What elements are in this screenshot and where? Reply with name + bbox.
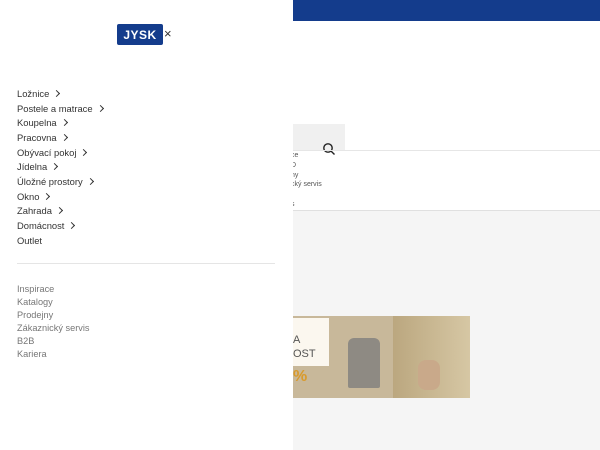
banner-vase-image (418, 360, 440, 390)
menu-item-ulozne-prostory[interactable]: Úložné prostory (17, 174, 103, 189)
menu-item-jidelna[interactable]: Jídelna (17, 159, 103, 174)
chevron-right-icon (96, 104, 104, 112)
header-bar (293, 0, 600, 21)
promo-banner[interactable]: A OST % (293, 316, 470, 398)
menu-item-domacnost[interactable]: Domácnost (17, 218, 103, 233)
header-divider (293, 150, 600, 151)
chevron-right-icon (68, 221, 76, 230)
chevron-right-icon (60, 119, 68, 127)
chevron-right-icon (60, 133, 68, 141)
menu-item-label: Koupelna (17, 117, 57, 129)
menu-item-label: Pracovna (17, 131, 57, 143)
chevron-right-icon (43, 192, 51, 200)
search-icon[interactable] (322, 142, 336, 156)
menu-item-okno[interactable]: Okno (17, 189, 103, 204)
menu-divider (17, 263, 275, 264)
banner-text-line2: OST (293, 348, 316, 360)
menu-item-label: Jídelna (17, 161, 48, 173)
main-menu: Ložnice Postele a matrace Koupelna Praco… (17, 86, 104, 248)
jysk-logo[interactable]: JYSK (117, 24, 163, 45)
menu-item-label: Outlet (17, 234, 43, 246)
menu-item-label: Úložné prostory (17, 175, 83, 187)
chevron-right-icon (55, 207, 63, 215)
close-icon[interactable]: × (164, 26, 172, 41)
peek-text: cký servis (291, 181, 322, 188)
link-kariera[interactable]: Kariera (17, 347, 90, 360)
menu-item-label: Ložnice (17, 87, 50, 99)
link-zakaznicky-servis[interactable]: Zákaznický servis (17, 321, 90, 334)
chevron-right-icon (86, 177, 94, 186)
menu-item-obyvaci-pokoj[interactable]: Obývací pokoj (17, 145, 103, 160)
menu-item-label: Obývací pokoj (17, 146, 77, 158)
side-drawer: JYSK × Ložnice Postele a matrace Koupeln… (0, 0, 293, 450)
menu-item-koupelna[interactable]: Koupelna (17, 115, 103, 130)
menu-item-label: Okno (17, 190, 40, 202)
menu-item-label: Domácnost (17, 220, 65, 232)
chevron-right-icon (80, 148, 88, 156)
secondary-links: Inspirace Katalogy Prodejny Zákaznický s… (17, 282, 90, 360)
menu-item-pracovna[interactable]: Pracovna (17, 130, 103, 145)
chevron-right-icon (51, 163, 59, 171)
menu-item-label: Zahrada (17, 205, 52, 217)
search-input[interactable] (293, 124, 345, 150)
menu-item-loznice[interactable]: Ložnice (17, 86, 103, 101)
link-katalogy[interactable]: Katalogy (17, 295, 90, 308)
link-b2b[interactable]: B2B (17, 334, 90, 347)
menu-item-outlet[interactable]: Outlet (17, 233, 103, 248)
logo-text: JYSK (123, 27, 157, 42)
menu-item-postele[interactable]: Postele a matrace (17, 101, 104, 116)
banner-chair-image (348, 338, 380, 388)
link-prodejny[interactable]: Prodejny (17, 308, 90, 321)
chevron-right-icon (53, 89, 61, 97)
menu-item-label: Postele a matrace (17, 102, 93, 114)
link-inspirace[interactable]: Inspirace (17, 282, 90, 295)
banner-text-line1: A (293, 334, 301, 346)
menu-item-zahrada[interactable]: Zahrada (17, 204, 103, 219)
banner-percent: % (293, 368, 308, 385)
